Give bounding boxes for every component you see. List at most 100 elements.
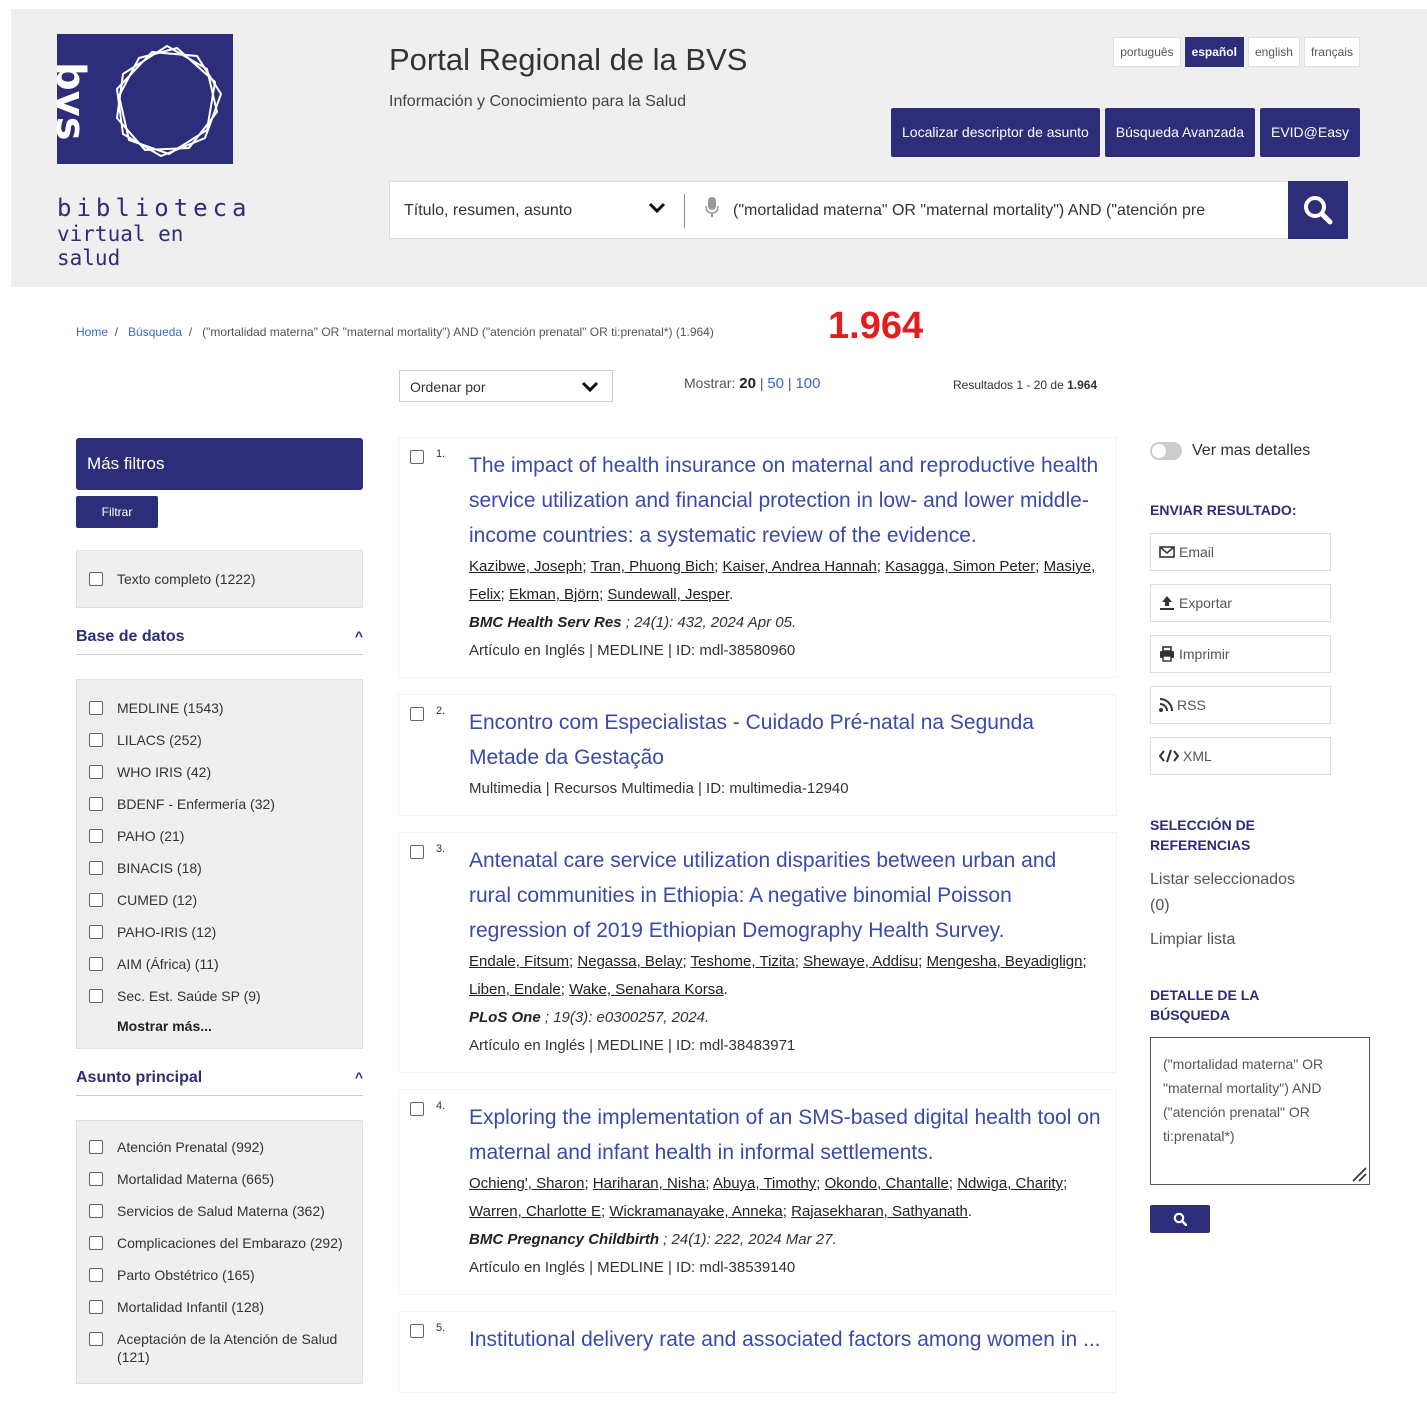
rss-button[interactable]: RSS xyxy=(1150,686,1331,724)
filter-option[interactable]: Texto completo (1222) xyxy=(89,563,350,595)
author-link[interactable]: Ndwiga, Charity xyxy=(957,1175,1063,1192)
checkbox[interactable] xyxy=(89,989,103,1003)
section-base-de-datos[interactable]: Base de datos ^ xyxy=(76,628,363,655)
filter-option[interactable]: BDENF - Enfermería (32) xyxy=(89,788,350,820)
exportar-button[interactable]: Exportar xyxy=(1150,584,1331,622)
author-link[interactable]: Okondo, Chantalle xyxy=(825,1175,949,1192)
filter-option[interactable]: AIM (África) (11) xyxy=(89,948,350,980)
microphone-icon[interactable] xyxy=(705,197,719,219)
search-button[interactable] xyxy=(1288,181,1348,239)
author-link[interactable]: Kazibwe, Joseph xyxy=(469,558,582,575)
checkbox[interactable] xyxy=(89,1140,103,1154)
checkbox[interactable] xyxy=(89,925,103,939)
author-link[interactable]: Sundewall, Jesper xyxy=(607,586,729,603)
toggle-switch[interactable] xyxy=(1150,442,1182,460)
page-size-50[interactable]: 50 xyxy=(767,375,784,392)
page-size-20[interactable]: 20 xyxy=(739,375,756,392)
checkbox[interactable] xyxy=(89,861,103,875)
ver-mas-detalles-toggle[interactable]: Ver mas detalles xyxy=(1150,438,1380,464)
email-button[interactable]: Email xyxy=(1150,533,1331,571)
search-input[interactable]: ("mortalidad materna" OR "maternal morta… xyxy=(733,202,1288,220)
filter-option[interactable]: MEDLINE (1543) xyxy=(89,692,350,724)
filter-option[interactable]: Complicaciones del Embarazo (292) xyxy=(89,1227,350,1259)
author-link[interactable]: Ekman, Björn xyxy=(509,586,599,603)
author-link[interactable]: Warren, Charlotte E xyxy=(469,1203,601,1220)
checkbox[interactable] xyxy=(89,1204,103,1218)
checkbox[interactable] xyxy=(89,1300,103,1314)
detail-search-button[interactable] xyxy=(1150,1205,1210,1233)
lang-espanol[interactable]: español xyxy=(1184,37,1244,67)
checkbox[interactable] xyxy=(89,893,103,907)
checkbox[interactable] xyxy=(89,1236,103,1250)
filter-option[interactable]: CUMED (12) xyxy=(89,884,350,916)
lang-english[interactable]: english xyxy=(1247,37,1300,67)
checkbox[interactable] xyxy=(89,1332,103,1346)
checkbox[interactable] xyxy=(89,797,103,811)
result-title[interactable]: Exploring the implementation of an SMS-b… xyxy=(469,1100,1102,1170)
caret-up-icon[interactable]: ^ xyxy=(355,1069,363,1087)
result-checkbox[interactable] xyxy=(410,707,424,721)
mostrar-mas-link[interactable]: Mostrar más... xyxy=(89,1012,350,1038)
checkbox[interactable] xyxy=(89,957,103,971)
filter-option[interactable]: Parto Obstétrico (165) xyxy=(89,1259,350,1291)
filter-option[interactable]: LILACS (252) xyxy=(89,724,350,756)
checkbox[interactable] xyxy=(89,765,103,779)
listar-seleccionados-link[interactable]: Listar seleccionados (0) xyxy=(1150,867,1380,919)
search-detail-textarea[interactable]: ("mortalidad materna" OR "maternal morta… xyxy=(1150,1037,1370,1185)
sort-select[interactable]: Ordenar por xyxy=(399,370,613,402)
caret-up-icon[interactable]: ^ xyxy=(355,628,363,646)
filter-option[interactable]: PAHO-IRIS (12) xyxy=(89,916,350,948)
checkbox[interactable] xyxy=(89,829,103,843)
filter-option[interactable]: Sec. Est. Saúde SP (9) xyxy=(89,980,350,1012)
result-title[interactable]: Institutional delivery rate and associat… xyxy=(469,1322,1102,1357)
checkbox[interactable] xyxy=(89,1268,103,1282)
page-size-100[interactable]: 100 xyxy=(795,375,820,392)
section-asunto-principal[interactable]: Asunto principal ^ xyxy=(76,1069,363,1096)
checkbox[interactable] xyxy=(89,1172,103,1186)
resize-handle-icon[interactable] xyxy=(1349,1164,1367,1182)
filter-option[interactable]: PAHO (21) xyxy=(89,820,350,852)
filter-option[interactable]: Mortalidad Materna (665) xyxy=(89,1163,350,1195)
lang-francais[interactable]: français xyxy=(1303,37,1360,67)
search-field-select[interactable]: Título, resumen, asunto xyxy=(404,202,572,220)
author-link[interactable]: Endale, Fitsum xyxy=(469,953,569,970)
filter-option[interactable]: WHO IRIS (42) xyxy=(89,756,350,788)
author-link[interactable]: Teshome, Tizita xyxy=(691,953,795,970)
breadcrumb-home[interactable]: Home xyxy=(76,325,108,339)
chevron-down-icon[interactable] xyxy=(647,197,667,222)
filter-option[interactable]: Servicios de Salud Materna (362) xyxy=(89,1195,350,1227)
result-checkbox[interactable] xyxy=(410,1102,424,1116)
author-link[interactable]: Kasagga, Simon Peter xyxy=(885,558,1035,575)
result-checkbox[interactable] xyxy=(410,845,424,859)
result-title[interactable]: Antenatal care service utilization dispa… xyxy=(469,843,1102,948)
filter-option[interactable]: Mortalidad Infantil (128) xyxy=(89,1291,350,1323)
author-link[interactable]: Rajasekharan, Sathyanath xyxy=(791,1203,968,1220)
localizar-descriptor-button[interactable]: Localizar descriptor de asunto xyxy=(891,108,1100,157)
author-link[interactable]: Ochieng', Sharon xyxy=(469,1175,584,1192)
evid-easy-button[interactable]: EVID@Easy xyxy=(1259,108,1360,157)
result-checkbox[interactable] xyxy=(410,450,424,464)
xml-button[interactable]: XML xyxy=(1150,737,1331,775)
lang-portugues[interactable]: português xyxy=(1113,37,1181,67)
result-title[interactable]: The impact of health insurance on matern… xyxy=(469,448,1102,553)
imprimir-button[interactable]: Imprimir xyxy=(1150,635,1331,673)
author-link[interactable]: Mengesha, Beyadiglign xyxy=(927,953,1083,970)
author-link[interactable]: Kaiser, Andrea Hannah xyxy=(723,558,877,575)
breadcrumb-busqueda[interactable]: Búsqueda xyxy=(128,325,182,339)
author-link[interactable]: Wake, Senahara Korsa xyxy=(569,981,724,998)
result-checkbox[interactable] xyxy=(410,1324,424,1338)
checkbox[interactable] xyxy=(89,572,103,586)
author-link[interactable]: Hariharan, Nisha xyxy=(593,1175,706,1192)
result-title[interactable]: Encontro com Especialistas - Cuidado Pré… xyxy=(469,705,1102,775)
checkbox[interactable] xyxy=(89,701,103,715)
limpiar-lista-link[interactable]: Limpiar lista xyxy=(1150,927,1380,953)
author-link[interactable]: Liben, Endale xyxy=(469,981,561,998)
mas-filtros-header[interactable]: Más filtros xyxy=(76,438,363,490)
filter-option[interactable]: Atención Prenatal (992) xyxy=(89,1131,350,1163)
author-link[interactable]: Negassa, Belay xyxy=(577,953,682,970)
filter-option[interactable]: Aceptación de la Atención de Salud (121) xyxy=(89,1323,350,1373)
author-link[interactable]: Wickramanayake, Anneka xyxy=(609,1203,782,1220)
busqueda-avanzada-button[interactable]: Búsqueda Avanzada xyxy=(1104,108,1255,157)
author-link[interactable]: Shewaye, Addisu xyxy=(803,953,918,970)
filter-option[interactable]: BINACIS (18) xyxy=(89,852,350,884)
